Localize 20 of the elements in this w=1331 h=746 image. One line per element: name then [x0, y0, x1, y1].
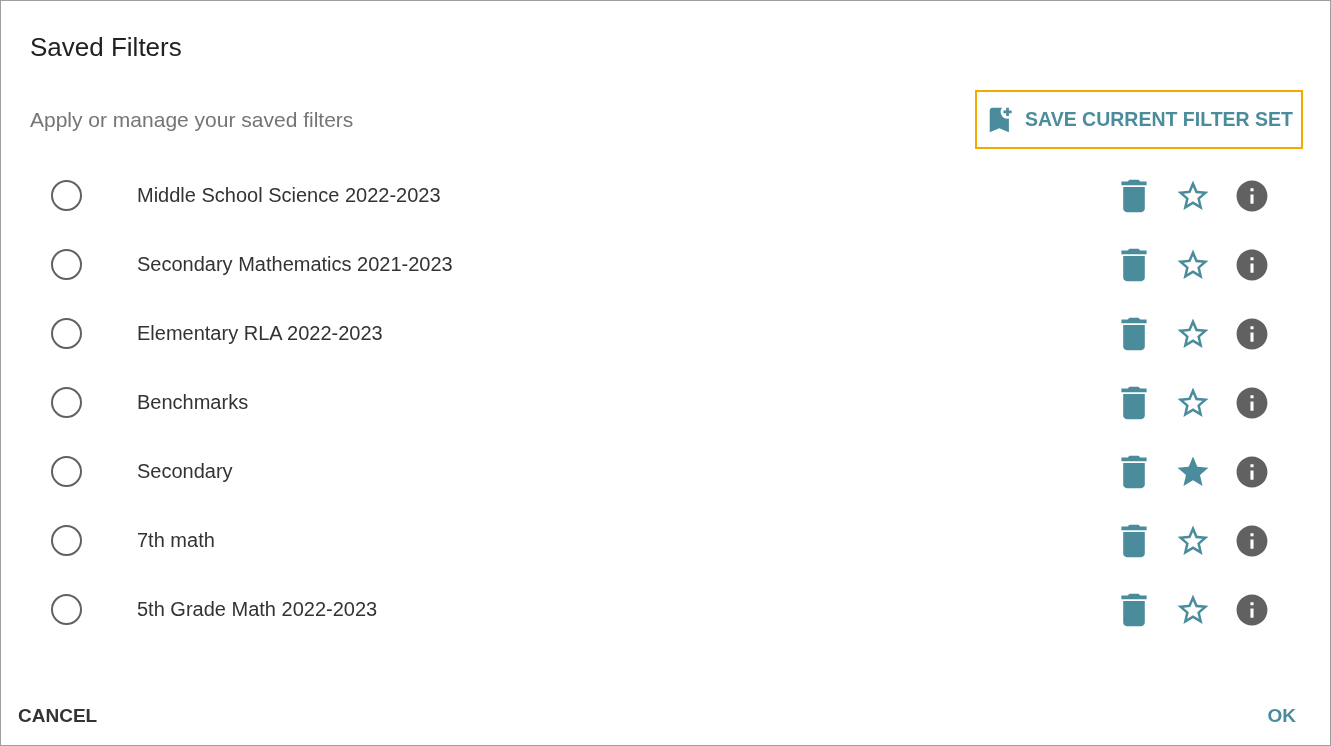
- bookmark-plus-icon: [987, 105, 1014, 134]
- radio-button[interactable]: [51, 525, 82, 556]
- filter-name: Elementary RLA 2022-2023: [137, 322, 384, 345]
- cancel-button[interactable]: CANCEL: [18, 705, 98, 727]
- filter-name: Secondary Mathematics 2021-2023: [137, 253, 454, 276]
- filter-name: Benchmarks: [137, 391, 250, 414]
- filter-name: Secondary: [137, 460, 234, 483]
- filter-name: 5th Grade Math 2022-2023: [137, 598, 379, 621]
- dialog-title: Saved Filters: [30, 31, 183, 63]
- ok-button[interactable]: OK: [1267, 705, 1296, 727]
- radio-button[interactable]: [51, 387, 82, 418]
- filter-name: 7th math: [137, 529, 216, 552]
- save-filter-button[interactable]: SAVE CURRENT FILTER SET: [975, 90, 1303, 149]
- radio-button[interactable]: [51, 456, 82, 487]
- radio-button[interactable]: [51, 594, 82, 625]
- radio-button[interactable]: [51, 249, 82, 280]
- radio-button[interactable]: [51, 180, 82, 211]
- dialog-subtitle: Apply or manage your saved filters: [30, 107, 354, 132]
- filter-name: Middle School Science 2022-2023: [137, 184, 442, 207]
- radio-button[interactable]: [51, 318, 82, 349]
